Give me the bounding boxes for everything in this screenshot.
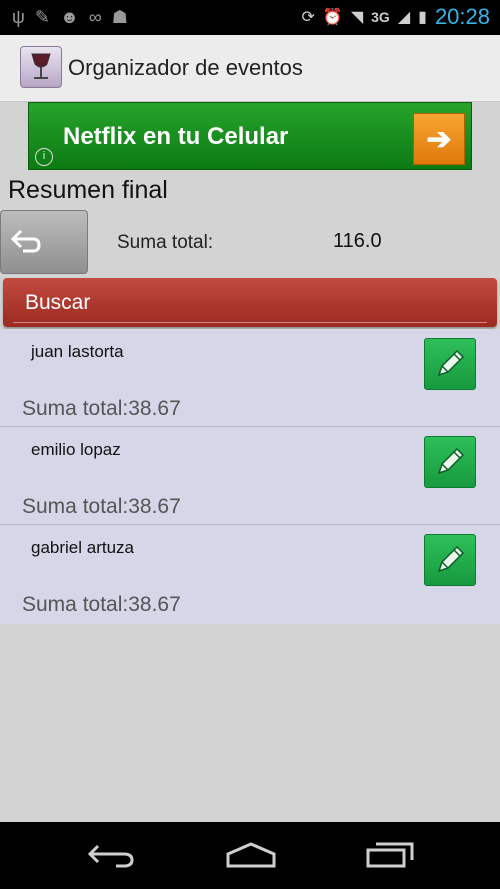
network-type: 3G bbox=[371, 9, 390, 25]
home-nav-button[interactable] bbox=[224, 840, 278, 875]
divider bbox=[13, 322, 487, 323]
gamepad-icon: ☗ bbox=[111, 7, 128, 27]
action-bar: Organizador de eventos bbox=[0, 35, 500, 102]
search-label: Buscar bbox=[25, 291, 91, 314]
android-icon: ☻ bbox=[59, 7, 79, 27]
person-name: juan lastorta bbox=[31, 342, 124, 361]
people-list: juan lastorta Suma total:38.67 emilio lo… bbox=[0, 329, 500, 624]
list-item[interactable]: gabriel artuza Suma total:38.67 bbox=[0, 525, 500, 623]
ad-text: Netflix en tu Celular bbox=[63, 123, 289, 150]
person-total: Suma total:38.67 bbox=[22, 495, 181, 518]
search-button[interactable]: Buscar bbox=[3, 278, 497, 327]
signal-icon: ◢ bbox=[397, 9, 411, 26]
arrow-right-icon[interactable]: ➔ bbox=[413, 113, 465, 165]
back-button[interactable] bbox=[0, 210, 88, 274]
edit-button[interactable] bbox=[424, 534, 476, 586]
wifi-icon: ◥ bbox=[350, 9, 364, 26]
navigation-bar bbox=[0, 822, 500, 889]
person-total: Suma total:38.67 bbox=[22, 397, 181, 420]
status-bar: ψ ✎ ☻ ∞ ☗ ⟳ ⏰ ◥ 3G ◢ ▮ 20:28 bbox=[0, 0, 500, 35]
back-nav-button[interactable] bbox=[86, 840, 136, 875]
back-icon bbox=[87, 844, 134, 868]
undo-icon bbox=[10, 229, 41, 253]
wine-glass-icon[interactable] bbox=[20, 46, 62, 88]
app-title: Organizador de eventos bbox=[68, 55, 303, 80]
person-total: Suma total:38.67 bbox=[22, 593, 181, 616]
person-name: gabriel artuza bbox=[31, 538, 135, 557]
system-icons: ⟳ ⏰ ◥ 3G ◢ ▮ 20:28 bbox=[301, 4, 490, 30]
alarm-icon: ⏰ bbox=[322, 9, 343, 26]
recent-apps-icon bbox=[366, 842, 414, 868]
rotate-icon: ⟳ bbox=[301, 9, 315, 26]
battery-icon: ▮ bbox=[418, 9, 427, 26]
list-item[interactable]: juan lastorta Suma total:38.67 bbox=[0, 329, 500, 427]
edit-button[interactable] bbox=[424, 436, 476, 488]
pencil-icon bbox=[437, 349, 465, 377]
notification-icons: ψ ✎ ☻ ∞ ☗ bbox=[12, 6, 128, 28]
pencil-icon bbox=[437, 545, 465, 573]
page-title: Resumen final bbox=[8, 176, 168, 204]
home-icon bbox=[226, 842, 276, 868]
voicemail-icon: ∞ bbox=[88, 7, 102, 27]
ad-banner[interactable]: Netflix en tu Celular ➔ i bbox=[28, 102, 472, 170]
total-value: 116.0 bbox=[333, 230, 382, 252]
total-label: Suma total: bbox=[117, 232, 214, 253]
recent-apps-button[interactable] bbox=[364, 840, 416, 875]
usb-icon: ψ bbox=[12, 7, 25, 27]
cleaner-icon: ✎ bbox=[34, 7, 50, 27]
info-icon[interactable]: i bbox=[35, 148, 53, 166]
edit-button[interactable] bbox=[424, 338, 476, 390]
pencil-icon bbox=[437, 447, 465, 475]
list-item[interactable]: emilio lopaz Suma total:38.67 bbox=[0, 427, 500, 525]
person-name: emilio lopaz bbox=[31, 440, 121, 459]
clock: 20:28 bbox=[434, 4, 490, 29]
